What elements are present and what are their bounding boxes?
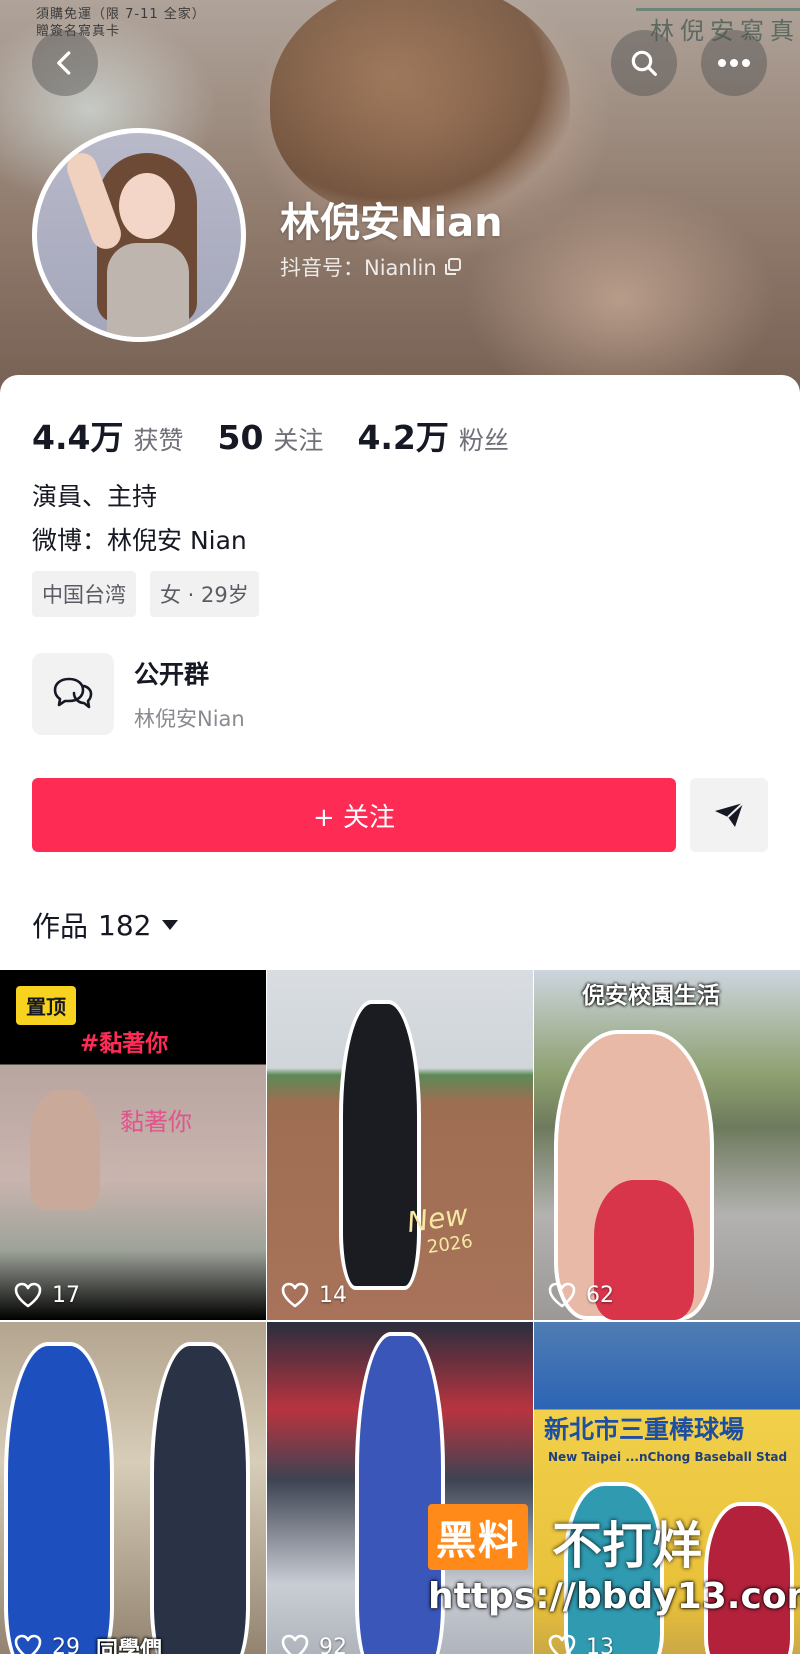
video-likes-count: 62 xyxy=(586,1282,614,1308)
watermark-url: https://bbdy13.com xyxy=(428,1576,800,1617)
works-count: 182 xyxy=(98,908,152,942)
avatar-body xyxy=(107,243,189,337)
avatar-face xyxy=(119,173,175,239)
public-group-entry[interactable]: 公开群 林倪安Nian xyxy=(32,653,245,735)
video-figure xyxy=(150,1342,250,1654)
group-subtitle: 林倪安Nian xyxy=(134,707,245,731)
video-caption: 同學們 xyxy=(96,1638,163,1654)
stat-following-label: 关注 xyxy=(273,426,324,455)
stat-following-value: 50 xyxy=(217,418,264,457)
video-overlay-text: 黏著你 xyxy=(120,1108,192,1136)
search-icon xyxy=(631,50,657,76)
video-banner-subtext: New Taipei ...nChong Baseball Stad xyxy=(548,1450,788,1464)
more-dots-icon xyxy=(718,59,750,67)
video-likes-count: 92 xyxy=(319,1634,347,1654)
heart-icon xyxy=(548,1282,576,1308)
avatar[interactable] xyxy=(32,128,246,342)
search-button[interactable] xyxy=(611,30,677,96)
video-likes-count: 13 xyxy=(586,1634,614,1654)
stat-likes-label: 获赞 xyxy=(133,426,184,455)
video-likes: 14 xyxy=(281,1282,347,1308)
group-text: 公开群 林倪安Nian xyxy=(134,655,245,733)
group-title: 公开群 xyxy=(134,660,210,689)
video-likes: 17 xyxy=(14,1282,80,1308)
video-likes: 13 xyxy=(548,1634,614,1654)
watermark-text: 不打烊 xyxy=(552,1517,702,1575)
works-label: 作品 xyxy=(32,910,89,943)
douyin-id-text: 抖音号：Nianlin xyxy=(280,256,437,280)
video-likes-count: 14 xyxy=(319,1282,347,1308)
stat-following[interactable]: 50 关注 xyxy=(217,418,323,457)
profile-name: 林倪安Nian xyxy=(280,200,503,246)
video-tile[interactable]: 同學們 29 xyxy=(0,1322,266,1654)
more-button[interactable] xyxy=(701,30,767,96)
pinned-badge: 置顶 xyxy=(16,986,76,1025)
video-title-overlay: 倪安校園生活 xyxy=(582,983,720,1009)
heart-icon xyxy=(548,1634,576,1654)
chat-bubbles-icon xyxy=(53,677,93,709)
follow-button[interactable]: + 关注 xyxy=(32,778,676,852)
watermark-logo-box: 黑料 xyxy=(428,1504,528,1570)
heart-icon xyxy=(281,1282,309,1308)
heart-icon xyxy=(14,1282,42,1308)
douyin-id[interactable]: 抖音号：Nianlin xyxy=(280,252,463,282)
tag-gender-age: 女 · 29岁 xyxy=(150,571,259,617)
tag-location: 中国台湾 xyxy=(32,571,136,617)
video-tile[interactable]: 倪安校園生活 62 xyxy=(534,970,800,1320)
video-figure xyxy=(339,1000,421,1290)
profile-tags: 中国台湾 女 · 29岁 xyxy=(32,571,259,617)
video-likes-count: 17 xyxy=(52,1282,80,1308)
video-likes: 29 xyxy=(14,1634,80,1654)
video-tile[interactable]: New 2026 14 xyxy=(267,970,533,1320)
video-banner-text: 新北市三重棒球場 xyxy=(544,1415,745,1444)
stat-likes-value: 4.4万 xyxy=(32,418,124,457)
stat-followers-value: 4.2万 xyxy=(357,418,449,457)
video-likes: 62 xyxy=(548,1282,614,1308)
video-likes: 92 xyxy=(281,1634,347,1654)
video-likes-count: 29 xyxy=(52,1634,80,1654)
heart-icon xyxy=(281,1634,309,1654)
bio-line1: 演員、主持 xyxy=(32,482,158,511)
share-button[interactable] xyxy=(690,778,768,852)
stats-row: 4.4万 获赞 50 关注 4.2万 粉丝 xyxy=(32,411,509,459)
group-icon-box xyxy=(32,653,114,735)
follow-button-label: + 关注 xyxy=(312,802,396,833)
caret-down-icon xyxy=(162,920,179,930)
send-icon xyxy=(715,802,744,827)
copy-icon xyxy=(444,258,461,275)
back-button[interactable] xyxy=(32,30,98,96)
video-hashtag: #黏著你 xyxy=(80,1031,169,1057)
video-figure xyxy=(30,1090,100,1210)
cover-promo-line1: 須購免運（限 7-11 全家） xyxy=(36,7,206,22)
bio: 演員、主持 微博：林倪安 Nian xyxy=(32,475,247,563)
chevron-left-icon xyxy=(57,51,71,75)
bio-line2: 微博：林倪安 Nian xyxy=(32,526,247,555)
video-figure xyxy=(4,1342,114,1654)
stat-likes[interactable]: 4.4万 获赞 xyxy=(32,411,183,459)
stat-followers[interactable]: 4.2万 粉丝 xyxy=(357,411,508,459)
heart-icon xyxy=(14,1634,42,1654)
video-tile[interactable]: 置顶 #黏著你 黏著你 17 xyxy=(0,970,266,1320)
stat-followers-label: 粉丝 xyxy=(458,426,509,455)
works-tab[interactable]: 作品 182 xyxy=(32,905,179,945)
